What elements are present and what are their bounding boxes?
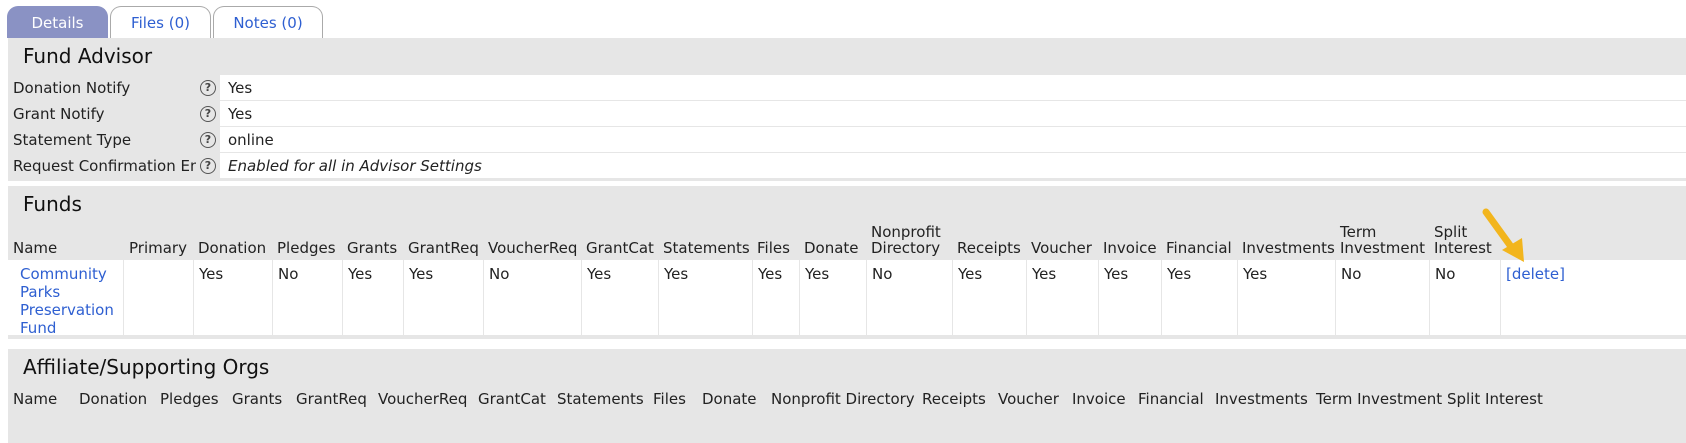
table-cell: Yes — [658, 260, 752, 335]
col-header: Primary — [129, 239, 187, 257]
col-header: VoucherReq — [488, 239, 578, 257]
col-header: Grants — [347, 239, 398, 257]
table-cell: Yes — [342, 260, 403, 335]
col-header: Invoice — [1103, 239, 1157, 257]
col-header: Donate — [702, 390, 757, 408]
table-cell: Yes — [799, 260, 866, 335]
col-header: Files — [757, 239, 790, 257]
col-header: Donate — [804, 239, 859, 257]
detail-row-statement-type: Statement Type ? online — [8, 126, 1686, 152]
col-header: Pledges — [160, 390, 219, 408]
table-cell: No — [866, 260, 952, 335]
col-header: Split Interest — [1447, 390, 1543, 408]
table-cell: Yes — [1237, 260, 1335, 335]
col-header: Voucher — [998, 390, 1059, 408]
detail-label: Donation Notify — [8, 75, 196, 100]
tab-bar: Details Files (0) Notes (0) — [7, 6, 325, 38]
detail-value: Yes — [220, 75, 1686, 100]
annotation-arrow-icon — [1482, 208, 1524, 262]
col-header: Invoice — [1072, 390, 1126, 408]
col-header: Donation — [198, 239, 267, 257]
col-header: Files — [653, 390, 686, 408]
table-row: Community Parks Preservation Fund Yes No… — [8, 260, 1686, 337]
detail-value: Enabled for all in Advisor Settings — [220, 153, 1686, 178]
table-cell: Yes — [752, 260, 799, 335]
col-header: Nonprofit Directory — [771, 390, 915, 408]
col-header: Financial — [1138, 390, 1204, 408]
col-header: GrantCat — [586, 239, 654, 257]
col-header: Investments — [1242, 239, 1335, 257]
table-cell: Yes — [581, 260, 658, 335]
col-header: Donation — [79, 390, 148, 408]
help-icon[interactable]: ? — [200, 79, 216, 96]
detail-row-request-confirmation-email: Request Confirmation Email ? Enabled for… — [8, 152, 1686, 178]
col-header: Investments — [1215, 390, 1308, 408]
col-header: Nonprofit Directory — [871, 223, 941, 257]
detail-label: Request Confirmation Email — [8, 153, 222, 178]
funds-section: Funds Name Primary Donation Pledges Gran… — [8, 186, 1686, 339]
col-header: Receipts — [922, 390, 986, 408]
col-header: Grants — [232, 390, 283, 408]
table-cell: Yes — [952, 260, 1026, 335]
col-header: Financial — [1166, 239, 1232, 257]
detail-value: Yes — [220, 101, 1686, 126]
fund-advisor-section: Fund Advisor Donation Notify ? Yes Grant… — [8, 38, 1686, 181]
help-icon[interactable]: ? — [200, 131, 216, 148]
col-header: Voucher — [1031, 239, 1092, 257]
affiliates-header-row: Name Donation Pledges Grants GrantReq Vo… — [8, 385, 1686, 411]
col-header: Term Investment — [1316, 390, 1443, 408]
col-header: VoucherReq — [378, 390, 468, 408]
table-cell: Yes — [1026, 260, 1098, 335]
help-icon[interactable]: ? — [200, 105, 216, 122]
primary-cell — [123, 260, 193, 335]
funds-header-row: Name Primary Donation Pledges Grants Gra… — [8, 222, 1686, 260]
help-icon[interactable]: ? — [200, 157, 216, 174]
table-cell: Yes — [403, 260, 483, 335]
col-header: GrantReq — [296, 390, 367, 408]
table-cell: No — [1429, 260, 1500, 335]
col-header: Pledges — [277, 239, 336, 257]
table-cell: Yes — [193, 260, 272, 335]
fund-name-link[interactable]: Community Parks Preservation Fund — [20, 265, 114, 337]
col-header: GrantReq — [408, 239, 479, 257]
table-cell: Yes — [1161, 260, 1237, 335]
detail-row-grant-notify: Grant Notify ? Yes — [8, 100, 1686, 126]
col-header: Term Investment — [1340, 223, 1425, 257]
col-header: GrantCat — [478, 390, 546, 408]
table-cell: Yes — [1098, 260, 1161, 335]
tab-files[interactable]: Files (0) — [110, 6, 211, 38]
col-header: Statements — [663, 239, 750, 257]
col-header: Statements — [557, 390, 644, 408]
affiliates-section: Affiliate/Supporting Orgs Name Donation … — [8, 349, 1686, 443]
detail-row-donation-notify: Donation Notify ? Yes — [8, 74, 1686, 100]
affiliates-title: Affiliate/Supporting Orgs — [23, 355, 270, 379]
funds-title: Funds — [23, 192, 82, 216]
table-cell: No — [1335, 260, 1429, 335]
col-header: Name — [13, 390, 58, 408]
table-cell: No — [483, 260, 581, 335]
fund-advisor-title: Fund Advisor — [23, 44, 153, 68]
detail-label: Statement Type — [8, 127, 196, 152]
table-cell: No — [272, 260, 342, 335]
col-header: Receipts — [957, 239, 1021, 257]
detail-value: online — [220, 127, 1686, 152]
col-header: Name — [13, 239, 58, 257]
tab-notes[interactable]: Notes (0) — [213, 6, 323, 38]
tab-details[interactable]: Details — [7, 6, 108, 38]
delete-link[interactable]: [delete] — [1506, 265, 1565, 283]
detail-label: Grant Notify — [8, 101, 196, 126]
